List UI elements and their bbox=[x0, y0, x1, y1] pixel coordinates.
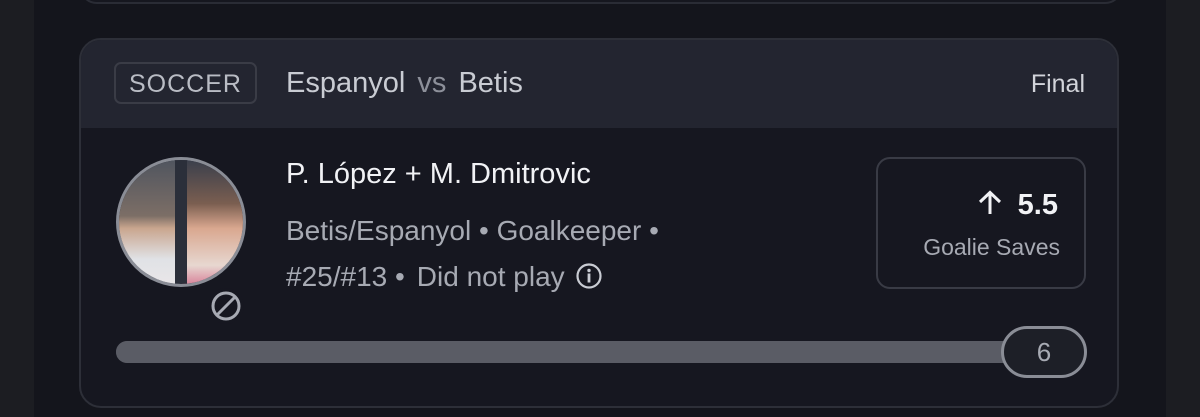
player-team-position: Betis/Espanyol • Goalkeeper • bbox=[286, 215, 659, 246]
progress-fill bbox=[116, 341, 1016, 363]
matchup: Espanyol vs Betis bbox=[286, 65, 523, 101]
player-numbers: #25/#13 • bbox=[286, 261, 405, 292]
avatar-divider bbox=[175, 160, 187, 284]
arrow-up-icon bbox=[976, 189, 1004, 226]
game-status: Final bbox=[1030, 70, 1085, 98]
pick-card[interactable]: SOCCER Espanyol vs Betis Final P. López … bbox=[79, 38, 1119, 408]
availability-status: Did not play bbox=[416, 261, 565, 292]
prop-line-value: 5.5 bbox=[1017, 189, 1058, 221]
player-name: P. López + M. Dmitrovic bbox=[286, 158, 591, 190]
player-number-status: #25/#13 • Did not play bbox=[286, 259, 603, 299]
prop-projection-box[interactable]: 5.5 Goalie Saves bbox=[876, 157, 1086, 289]
away-team: Betis bbox=[458, 67, 523, 99]
prop-line: 5.5 bbox=[976, 187, 1058, 226]
page: SOCCER Espanyol vs Betis Final P. López … bbox=[0, 0, 1200, 417]
card-header: SOCCER Espanyol vs Betis Final bbox=[81, 40, 1117, 128]
home-team: Espanyol bbox=[286, 67, 406, 99]
player-photo-right bbox=[181, 160, 243, 284]
vs-label: vs bbox=[417, 67, 447, 99]
previous-pick-card[interactable] bbox=[79, 0, 1123, 4]
info-icon[interactable] bbox=[575, 262, 603, 299]
no-entry-icon bbox=[208, 288, 244, 324]
prop-stat-name: Goalie Saves bbox=[923, 234, 1060, 260]
result-value: 6 bbox=[1001, 326, 1087, 378]
sport-badge: SOCCER bbox=[114, 62, 257, 104]
avatar bbox=[116, 157, 246, 287]
player-photo-left bbox=[119, 160, 181, 284]
